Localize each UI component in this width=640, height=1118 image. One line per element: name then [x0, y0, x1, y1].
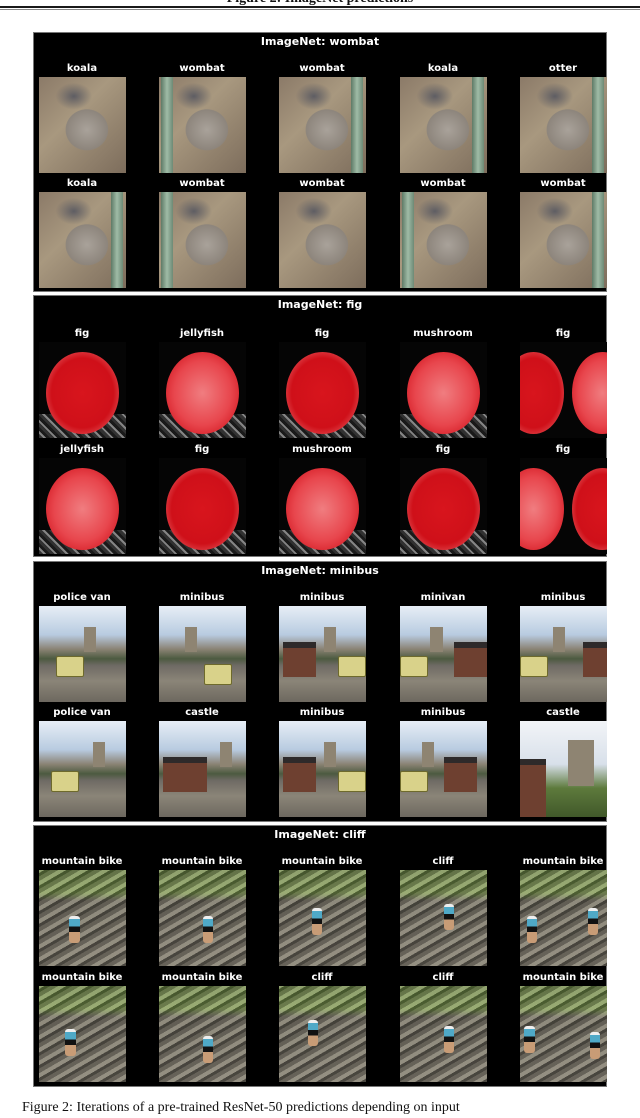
- prediction-label: minibus: [420, 707, 466, 718]
- thumbnail-image: [279, 606, 366, 702]
- thumbnail-image: [400, 192, 487, 288]
- prediction-label: cliff: [432, 856, 454, 867]
- thumbnail-image: [159, 721, 246, 817]
- prediction-label: police van: [53, 592, 111, 603]
- panel-minibus: ImageNet: minibus police van minibus min…: [33, 561, 607, 822]
- prediction-label: wombat: [179, 63, 225, 74]
- thumbnail-image: [279, 342, 366, 438]
- prediction-label: castle: [546, 707, 580, 718]
- prediction-label: wombat: [299, 63, 345, 74]
- prediction-label: fig: [314, 328, 330, 339]
- thumbnail-image: [39, 77, 126, 173]
- prediction-label: cliff: [311, 972, 333, 983]
- thumbnail-image: [279, 721, 366, 817]
- thumbnail-image: [520, 986, 607, 1082]
- thumbnail-image: [520, 721, 607, 817]
- prediction-label: mountain bike: [522, 856, 604, 867]
- thumbnail-image: [39, 606, 126, 702]
- thumbnail-image: [520, 606, 607, 702]
- prediction-label: mushroom: [413, 328, 473, 339]
- panel-title: ImageNet: fig: [277, 298, 363, 311]
- thumbnail-image: [520, 342, 607, 438]
- prediction-label: mountain bike: [41, 856, 123, 867]
- prediction-label: mushroom: [292, 444, 352, 455]
- thumbnail-image: [400, 77, 487, 173]
- thumbnail-image: [400, 870, 487, 966]
- thumbnail-image: [400, 606, 487, 702]
- panel-cliff: ImageNet: cliff mountain bike mountain b…: [33, 825, 607, 1087]
- thumbnail-image: [400, 986, 487, 1082]
- prediction-label: wombat: [540, 178, 586, 189]
- prediction-label: fig: [555, 444, 571, 455]
- prediction-label: minibus: [540, 592, 586, 603]
- thumbnail-image: [279, 77, 366, 173]
- prediction-label: mountain bike: [161, 972, 243, 983]
- prediction-label: minibus: [179, 592, 225, 603]
- top-rule: [0, 6, 640, 8]
- prediction-label: fig: [74, 328, 90, 339]
- prediction-label: castle: [185, 707, 219, 718]
- thumbnail-image: [39, 986, 126, 1082]
- prediction-label: cliff: [432, 972, 454, 983]
- thumbnail-image: [520, 458, 607, 554]
- prediction-label: minibus: [299, 592, 345, 603]
- thumbnail-image: [400, 721, 487, 817]
- panel-title: ImageNet: wombat: [260, 35, 380, 48]
- panel-title: ImageNet: cliff: [274, 828, 366, 841]
- prediction-label: wombat: [179, 178, 225, 189]
- prediction-label: koala: [427, 63, 459, 74]
- panel-title: ImageNet: minibus: [261, 564, 379, 577]
- thumbnail-image: [520, 77, 607, 173]
- prediction-label: fig: [435, 444, 451, 455]
- top-rule-secondary: [0, 9, 640, 10]
- thumbnail-image: [279, 458, 366, 554]
- thumbnail-image: [39, 342, 126, 438]
- prediction-label: koala: [66, 178, 98, 189]
- prediction-label: jellyfish: [59, 444, 105, 455]
- panel-fig: ImageNet: fig fig jellyfish fig mushroom…: [33, 295, 607, 557]
- prediction-label: fig: [555, 328, 571, 339]
- prediction-label: wombat: [299, 178, 345, 189]
- prediction-label: fig: [194, 444, 210, 455]
- prediction-label: mountain bike: [281, 856, 363, 867]
- prediction-label: mountain bike: [161, 856, 243, 867]
- thumbnail-image: [159, 870, 246, 966]
- prediction-label: wombat: [420, 178, 466, 189]
- prediction-label: minivan: [420, 592, 466, 603]
- thumbnail-image: [400, 342, 487, 438]
- prediction-label: koala: [66, 63, 98, 74]
- thumbnail-image: [39, 192, 126, 288]
- thumbnail-image: [39, 870, 126, 966]
- panel-wombat: ImageNet: wombat koala wombat wombat koa…: [33, 32, 607, 292]
- thumbnail-image: [279, 870, 366, 966]
- thumbnail-image: [520, 192, 607, 288]
- thumbnail-image: [520, 870, 607, 966]
- thumbnail-image: [279, 192, 366, 288]
- prediction-label: minibus: [299, 707, 345, 718]
- thumbnail-image: [279, 986, 366, 1082]
- prediction-label: otter: [548, 63, 578, 74]
- thumbnail-image: [159, 606, 246, 702]
- thumbnail-image: [159, 342, 246, 438]
- thumbnail-image: [159, 458, 246, 554]
- thumbnail-image: [39, 458, 126, 554]
- thumbnail-image: [159, 192, 246, 288]
- thumbnail-image: [159, 77, 246, 173]
- prediction-label: mountain bike: [41, 972, 123, 983]
- thumbnail-image: [39, 721, 126, 817]
- prediction-label: mountain bike: [522, 972, 604, 983]
- prediction-label: jellyfish: [179, 328, 225, 339]
- thumbnail-image: [159, 986, 246, 1082]
- thumbnail-image: [400, 458, 487, 554]
- prediction-label: police van: [53, 707, 111, 718]
- figure-caption: Figure 2: Iterations of a pre-trained Re…: [22, 1100, 460, 1115]
